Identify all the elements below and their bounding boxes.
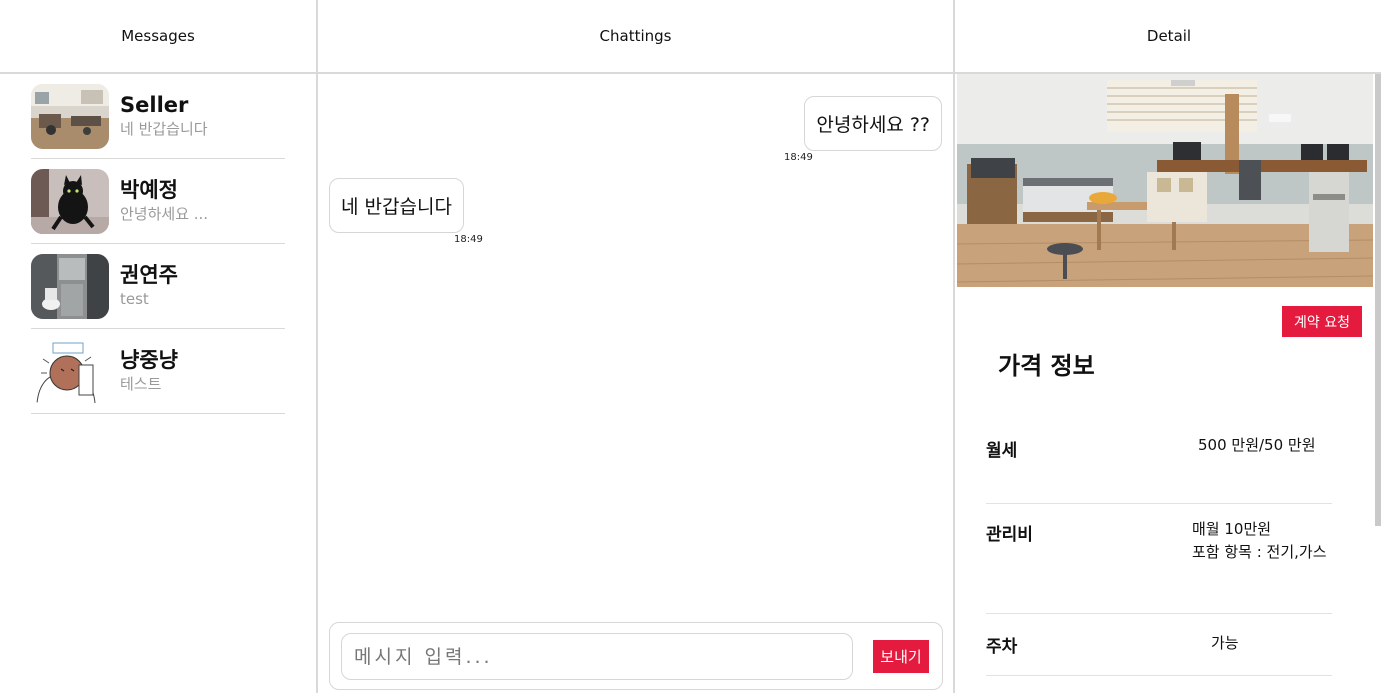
messages-pane: Messages Seller 네 반갑습니다 박예정 안녕하세요 ... 권연… bbox=[0, 0, 318, 693]
message-input[interactable] bbox=[341, 633, 853, 680]
incoming-message-bubble: 네 반갑습니다 bbox=[329, 178, 464, 233]
info-row-maintenance: 관리비 매월 10만원 포함 항목 : 전기,가스 bbox=[986, 504, 1332, 614]
conversation-item-2[interactable]: 박예정 안녕하세요 ... bbox=[31, 159, 285, 244]
message-thread[interactable]: 안녕하세요 ?? 18:49 네 반갑습니다 18:49 bbox=[318, 74, 953, 619]
message-timestamp: 18:49 bbox=[454, 234, 483, 245]
info-row-parking: 주차 가능 bbox=[986, 614, 1332, 676]
avatar bbox=[31, 253, 109, 319]
info-label: 월세 bbox=[986, 441, 1018, 461]
conversation-item-3[interactable]: 권연주 test bbox=[31, 244, 285, 329]
message-timestamp: 18:49 bbox=[784, 152, 813, 163]
room-photo bbox=[957, 74, 1373, 287]
detail-scrollbar[interactable] bbox=[1375, 74, 1381, 526]
avatar bbox=[31, 338, 109, 404]
conversation-list: Seller 네 반갑습니다 박예정 안녕하세요 ... 권연주 test 냥중… bbox=[31, 74, 285, 414]
messages-title: Messages bbox=[121, 27, 195, 45]
detail-title: Detail bbox=[1146, 27, 1192, 45]
conversation-preview: test bbox=[120, 290, 149, 308]
contract-request-button[interactable]: 계약 요청 bbox=[1282, 306, 1362, 337]
conversation-name: Seller bbox=[120, 93, 189, 117]
info-label: 관리비 bbox=[986, 525, 1033, 545]
info-value-line: 포함 항목 : 전기,가스 bbox=[1192, 543, 1327, 561]
detail-pane: Detail 계약 요청 가격 정보 월세 500 만원/50 만원 관리비 매… bbox=[957, 0, 1381, 693]
avatar bbox=[31, 168, 109, 234]
conversation-name: 냥중냥 bbox=[120, 348, 178, 372]
info-value: 500 만원/50 만원 bbox=[1198, 436, 1316, 454]
conversation-item-seller[interactable]: Seller 네 반갑습니다 bbox=[31, 74, 285, 159]
chat-title: Chattings bbox=[599, 27, 672, 45]
info-value: 매월 10만원 포함 항목 : 전기,가스 bbox=[1192, 518, 1327, 564]
info-value-line: 매월 10만원 bbox=[1192, 520, 1272, 538]
message-text: 네 반갑습니다 bbox=[341, 196, 452, 218]
conversation-name: 박예정 bbox=[120, 178, 178, 202]
chat-header: Chattings bbox=[318, 0, 953, 72]
price-info-table: 월세 500 만원/50 만원 관리비 매월 10만원 포함 항목 : 전기,가… bbox=[986, 420, 1332, 676]
messages-header: Messages bbox=[0, 0, 316, 72]
info-label: 주차 bbox=[986, 637, 1018, 657]
message-text: 안녕하세요 ?? bbox=[816, 114, 930, 136]
message-composer: 보내기 bbox=[329, 622, 943, 690]
conversation-name: 권연주 bbox=[120, 263, 178, 287]
outgoing-message-bubble: 안녕하세요 ?? bbox=[804, 96, 942, 151]
conversation-item-4[interactable]: 냥중냥 테스트 bbox=[31, 329, 285, 414]
chat-pane: Chattings 안녕하세요 ?? 18:49 네 반갑습니다 18:49 보… bbox=[318, 0, 955, 693]
conversation-preview: 네 반갑습니다 bbox=[120, 120, 208, 138]
send-button[interactable]: 보내기 bbox=[873, 640, 929, 673]
detail-header: Detail bbox=[957, 0, 1381, 72]
section-title: 가격 정보 bbox=[998, 352, 1095, 380]
conversation-preview: 테스트 bbox=[120, 375, 162, 393]
conversation-preview: 안녕하세요 ... bbox=[120, 205, 209, 223]
info-value: 가능 bbox=[1211, 634, 1239, 652]
info-row-rent: 월세 500 만원/50 만원 bbox=[986, 420, 1332, 504]
avatar bbox=[31, 83, 109, 149]
